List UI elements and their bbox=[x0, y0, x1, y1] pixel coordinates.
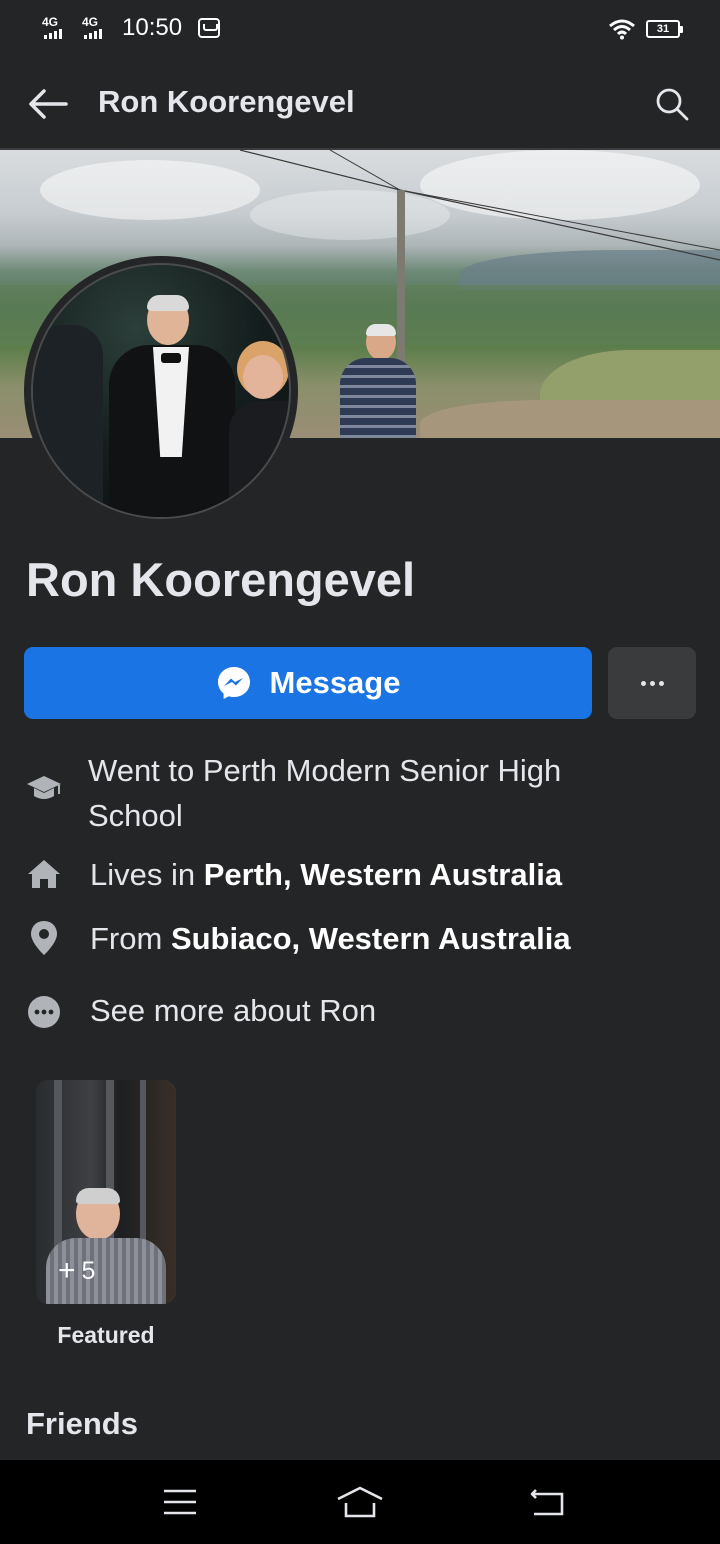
education-row[interactable]: Went to Perth Modern Senior High School bbox=[24, 748, 628, 838]
featured-label: Featured bbox=[57, 1322, 155, 1348]
status-bar: 4G 4G 10:50 31 bbox=[0, 0, 720, 58]
signal-icon: 4G bbox=[80, 15, 112, 41]
signal-icon: 4G bbox=[40, 15, 72, 41]
page-title: Ron Koorengevel bbox=[98, 84, 355, 119]
featured-collection-card[interactable]: + 5 bbox=[36, 1080, 176, 1304]
message-button[interactable]: Message bbox=[24, 647, 592, 719]
home-icon bbox=[24, 854, 64, 894]
from-row[interactable]: From Subiaco, Western Australia bbox=[24, 916, 571, 961]
see-more-about-row[interactable]: See more about Ron bbox=[24, 988, 376, 1033]
education-text: Went to Perth Modern Senior High School bbox=[88, 753, 562, 833]
location-pin-icon bbox=[24, 918, 64, 958]
from-place[interactable]: Subiaco, Western Australia bbox=[171, 921, 571, 956]
featured-count: + 5 bbox=[58, 1254, 96, 1287]
more-options-button[interactable] bbox=[608, 647, 696, 719]
top-app-bar: Ron Koorengevel bbox=[0, 58, 720, 150]
from-prefix: From bbox=[90, 921, 171, 956]
message-button-label: Message bbox=[269, 665, 401, 700]
lives-in-prefix: Lives in bbox=[90, 857, 204, 892]
back-nav-button[interactable] bbox=[518, 1478, 578, 1526]
back-button[interactable] bbox=[26, 82, 70, 126]
menu-icon bbox=[164, 1489, 196, 1515]
home-button[interactable] bbox=[330, 1478, 390, 1526]
lives-in-place[interactable]: Perth, Western Australia bbox=[204, 857, 562, 892]
notification-message-icon bbox=[198, 18, 221, 38]
recent-apps-button[interactable] bbox=[150, 1478, 210, 1526]
plus-icon: + bbox=[58, 1254, 76, 1287]
battery-icon: 31 bbox=[646, 20, 683, 38]
home-nav-icon bbox=[337, 1486, 383, 1518]
see-more-about-text: See more about Ron bbox=[90, 993, 377, 1028]
search-button[interactable] bbox=[650, 82, 694, 126]
more-dots-icon bbox=[640, 680, 664, 686]
graduation-cap-icon bbox=[24, 768, 64, 808]
profile-picture[interactable] bbox=[24, 256, 298, 526]
clock: 10:50 bbox=[122, 14, 183, 41]
friends-section-heading: Friends bbox=[26, 1406, 138, 1441]
arrow-left-icon bbox=[29, 89, 68, 119]
messenger-icon bbox=[217, 667, 250, 699]
lives-in-row[interactable]: Lives in Perth, Western Australia bbox=[24, 852, 562, 897]
ellipsis-circle-icon bbox=[24, 992, 64, 1032]
system-navigation-bar bbox=[0, 1460, 720, 1544]
wifi-icon bbox=[609, 19, 635, 40]
return-icon bbox=[530, 1489, 564, 1516]
profile-name: Ron Koorengevel bbox=[26, 553, 416, 606]
search-icon bbox=[656, 88, 689, 121]
